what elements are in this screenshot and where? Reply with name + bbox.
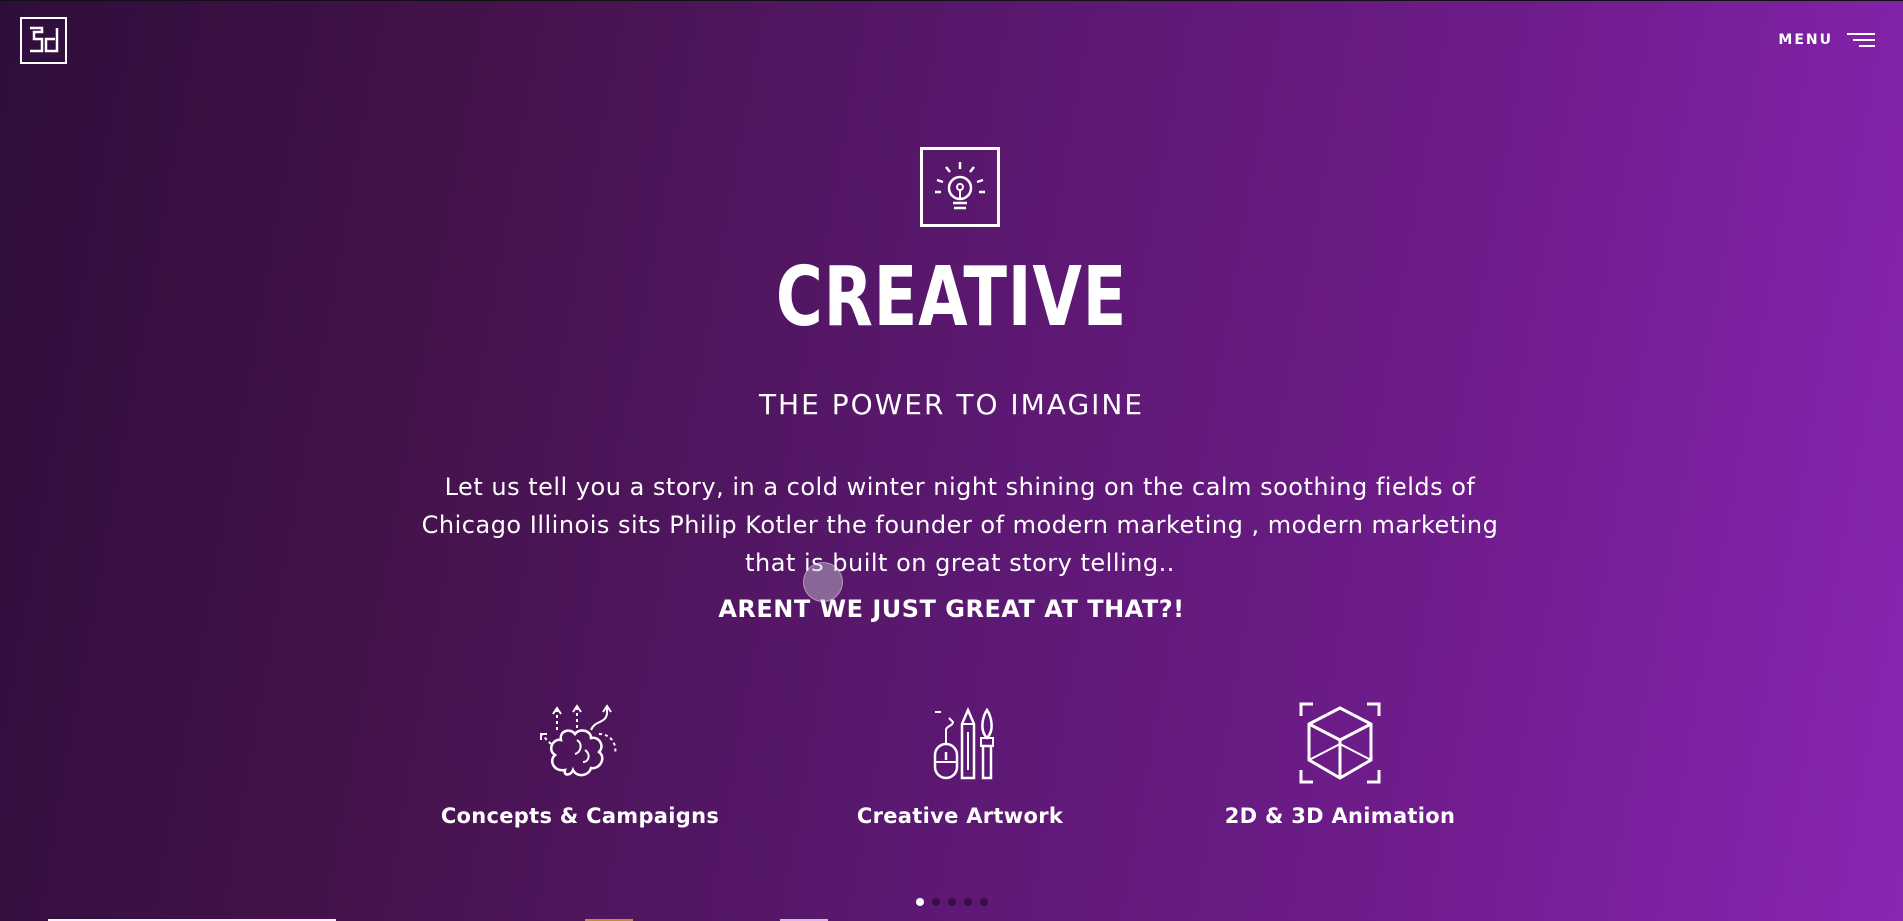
service-concepts-campaigns[interactable]: Concepts & Campaigns: [420, 700, 740, 828]
pagination-dot[interactable]: [979, 898, 988, 906]
service-creative-artwork[interactable]: Creative Artwork: [800, 700, 1120, 828]
pagination-dot[interactable]: [963, 898, 972, 906]
top-border: [0, 0, 1903, 1]
page-title: CREATIVE: [775, 250, 1128, 345]
hamburger-icon[interactable]: [1847, 32, 1875, 48]
slide-pagination: [0, 898, 1903, 906]
cursor-indicator: [803, 562, 843, 602]
3d-cube-icon: [1295, 700, 1385, 786]
art-tools-icon: [915, 700, 1005, 786]
pagination-dot[interactable]: [931, 898, 940, 906]
tagline: ARENT WE JUST GREAT AT THAT?!: [718, 595, 1185, 623]
service-label[interactable]: 2D & 3D Animation: [1180, 804, 1500, 828]
menu-label[interactable]: MENU: [1778, 32, 1833, 48]
service-animation[interactable]: 2D & 3D Animation: [1180, 700, 1500, 828]
service-label[interactable]: Creative Artwork: [800, 804, 1120, 828]
page-subtitle: THE POWER TO IMAGINE: [758, 388, 1145, 421]
pagination-dot[interactable]: [947, 898, 956, 906]
story-paragraph: Let us tell you a story, in a cold winte…: [421, 473, 1499, 577]
logo-icon[interactable]: [20, 17, 67, 64]
brain-ideas-icon: [535, 700, 625, 786]
service-label[interactable]: Concepts & Campaigns: [420, 804, 740, 828]
pagination-dot[interactable]: [915, 898, 924, 906]
menu-button[interactable]: MENU: [1778, 32, 1875, 48]
lightbulb-icon: [920, 147, 1000, 227]
